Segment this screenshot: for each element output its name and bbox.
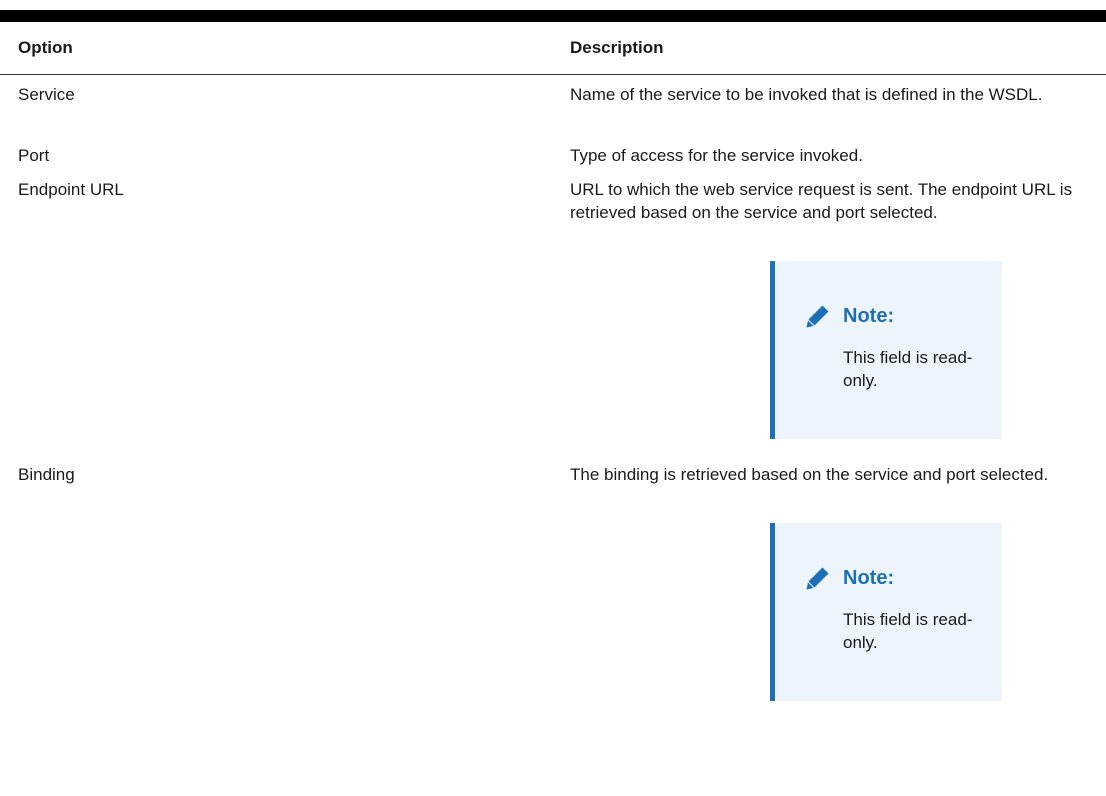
table-row: Service Name of the service to be invoke…: [0, 75, 1106, 136]
table-row: Endpoint URL URL to which the web servic…: [0, 175, 1106, 453]
pencil-icon: [805, 565, 831, 591]
option-cell: Service: [18, 85, 75, 104]
header-option: Option: [0, 22, 558, 75]
note-text: This field is read-only.: [843, 610, 973, 652]
table-row: Port Type of access for the service invo…: [0, 135, 1106, 175]
header-description: Description: [558, 22, 1106, 75]
options-table: Option Description Service Name of the s…: [0, 22, 1106, 701]
note-header: Note:: [805, 563, 992, 593]
note-box: Note: This field is read-only.: [770, 523, 1002, 701]
description-cell: Name of the service to be invoked that i…: [570, 85, 1043, 104]
option-cell: Endpoint URL: [18, 180, 124, 199]
table-row: Binding The binding is retrieved based o…: [0, 453, 1106, 701]
table-header-row: Option Description: [0, 22, 1106, 75]
note-title: Note:: [843, 566, 895, 589]
description-cell: Type of access for the service invoked.: [570, 146, 863, 165]
note-text: This field is read-only.: [843, 348, 973, 390]
top-rule: [0, 10, 1106, 22]
option-cell: Binding: [18, 465, 75, 484]
description-text: The binding is retrieved based on the se…: [570, 465, 1049, 484]
option-cell: Port: [18, 146, 50, 165]
note-header: Note:: [805, 301, 992, 331]
description-text: URL to which the web service request is …: [570, 180, 1073, 222]
pencil-icon: [805, 303, 831, 329]
description-cell: URL to which the web service request is …: [558, 175, 1106, 453]
description-cell: The binding is retrieved based on the se…: [558, 453, 1106, 701]
note-box: Note: This field is read-only.: [770, 261, 1002, 439]
note-title: Note:: [843, 304, 895, 327]
